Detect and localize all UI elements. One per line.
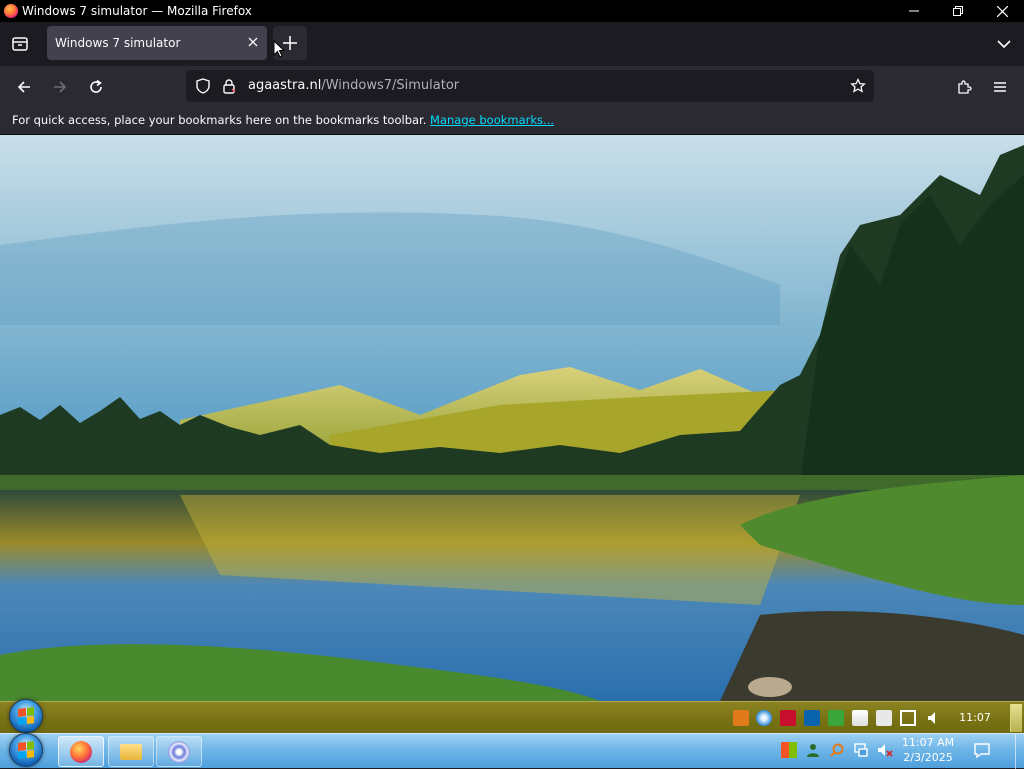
tab-close-button[interactable] <box>245 34 261 50</box>
check-shield-icon[interactable] <box>828 710 844 726</box>
firefox-view-button[interactable] <box>8 32 32 56</box>
close-icon <box>996 5 1008 17</box>
file-explorer-icon <box>120 743 142 760</box>
window-title: Windows 7 simulator — Mozilla Firefox <box>22 4 252 18</box>
monitor-network-icon <box>854 743 868 757</box>
speaker-muted-icon <box>878 744 893 757</box>
windows-logo-icon <box>18 707 34 725</box>
start-button[interactable] <box>9 733 43 767</box>
back-button[interactable] <box>11 74 37 100</box>
clock-time: 11:07 AM <box>901 736 955 749</box>
navigation-toolbar: agaastra.nl/Windows7/Simulator <box>0 66 1024 108</box>
url-bar[interactable]: agaastra.nl/Windows7/Simulator <box>186 70 874 102</box>
windows-logo-icon <box>18 741 34 759</box>
reload-button[interactable] <box>83 74 109 100</box>
tab-windows-7-simulator[interactable]: Windows 7 simulator <box>47 26 267 60</box>
extensions-button[interactable] <box>951 74 977 100</box>
reload-icon <box>90 79 102 93</box>
mouse-cursor-icon <box>273 40 285 58</box>
globe-icon[interactable] <box>756 710 772 726</box>
show-desktop-button[interactable] <box>1010 704 1022 732</box>
system-clock[interactable]: 11:07 AM 2/3/2025 <box>900 735 956 765</box>
simulator-desktop[interactable] <box>0 135 1024 701</box>
network-icon[interactable] <box>853 742 869 758</box>
simulator-start-button[interactable] <box>9 699 43 733</box>
simulator-clock[interactable]: 11:07 <box>950 711 1000 724</box>
arrow-left-icon <box>17 81 30 93</box>
tab-label: Windows 7 simulator <box>55 36 181 50</box>
windows-taskbar: 11:07 AM 2/3/2025 <box>0 733 1024 769</box>
star-bookmark-icon[interactable] <box>850 78 866 94</box>
clipboard-icon[interactable] <box>876 710 892 726</box>
url-path: /Windows7/Simulator <box>321 78 460 93</box>
plus-icon <box>283 36 297 50</box>
bookmarks-message: For quick access, place your bookmarks h… <box>12 113 431 127</box>
volume-muted-icon[interactable] <box>877 742 893 758</box>
restore-icon <box>953 6 963 16</box>
show-desktop-button[interactable] <box>1015 734 1024 769</box>
taskbar-app-button[interactable] <box>156 736 202 767</box>
hamburger-menu-icon <box>994 82 1006 92</box>
network-icon[interactable] <box>900 710 916 726</box>
flag-x-icon[interactable] <box>852 710 868 726</box>
firefox-logo-icon <box>4 4 18 18</box>
minimize-button[interactable] <box>892 0 936 22</box>
people-icon[interactable] <box>805 742 821 758</box>
bookmarks-toolbar: For quick access, place your bookmarks h… <box>0 108 1024 135</box>
clock-date: 2/3/2025 <box>903 751 953 764</box>
taskbar-file-explorer-button[interactable] <box>108 736 154 767</box>
outlook-icon[interactable] <box>804 710 820 726</box>
firefox-view-icon <box>12 37 28 51</box>
manage-bookmarks-link[interactable]: Manage bookmarks... <box>430 113 554 127</box>
taskbar-firefox-button[interactable] <box>58 736 104 767</box>
simulator-taskbar: 11:07 <box>0 699 1024 733</box>
pdf-icon[interactable] <box>780 710 796 726</box>
notifications-button[interactable] <box>973 741 991 759</box>
forward-button[interactable] <box>47 74 73 100</box>
lock-icon[interactable] <box>221 78 237 94</box>
arrow-right-icon <box>54 81 67 93</box>
url-domain: agaastra.nl <box>248 78 322 93</box>
close-window-button[interactable] <box>980 0 1024 22</box>
volume-icon[interactable] <box>926 710 942 726</box>
desktop-wallpaper <box>0 135 1024 701</box>
search-icon[interactable] <box>829 742 845 758</box>
url-text[interactable]: agaastra.nl/Windows7/Simulator <box>248 78 459 93</box>
restore-button[interactable] <box>936 0 980 22</box>
magnifier-icon <box>830 743 844 757</box>
zip-icon[interactable] <box>733 710 749 726</box>
app-icon <box>168 740 190 763</box>
tracking-protection-shield-icon[interactable] <box>195 78 211 94</box>
speaker-icon <box>928 712 935 724</box>
window-titlebar: Windows 7 simulator — Mozilla Firefox <box>0 0 1024 22</box>
people-glyph-icon <box>807 744 819 757</box>
action-center-flag-icon[interactable] <box>781 742 797 758</box>
speech-bubble-icon <box>974 743 990 759</box>
list-all-tabs-button[interactable] <box>996 36 1012 52</box>
tab-bar: Windows 7 simulator <box>0 22 1024 66</box>
puzzle-icon <box>958 80 972 94</box>
app-menu-button[interactable] <box>987 74 1013 100</box>
chevron-down-icon <box>997 40 1011 49</box>
close-icon <box>248 37 258 47</box>
minimize-icon <box>909 10 919 12</box>
firefox-icon <box>70 740 92 763</box>
